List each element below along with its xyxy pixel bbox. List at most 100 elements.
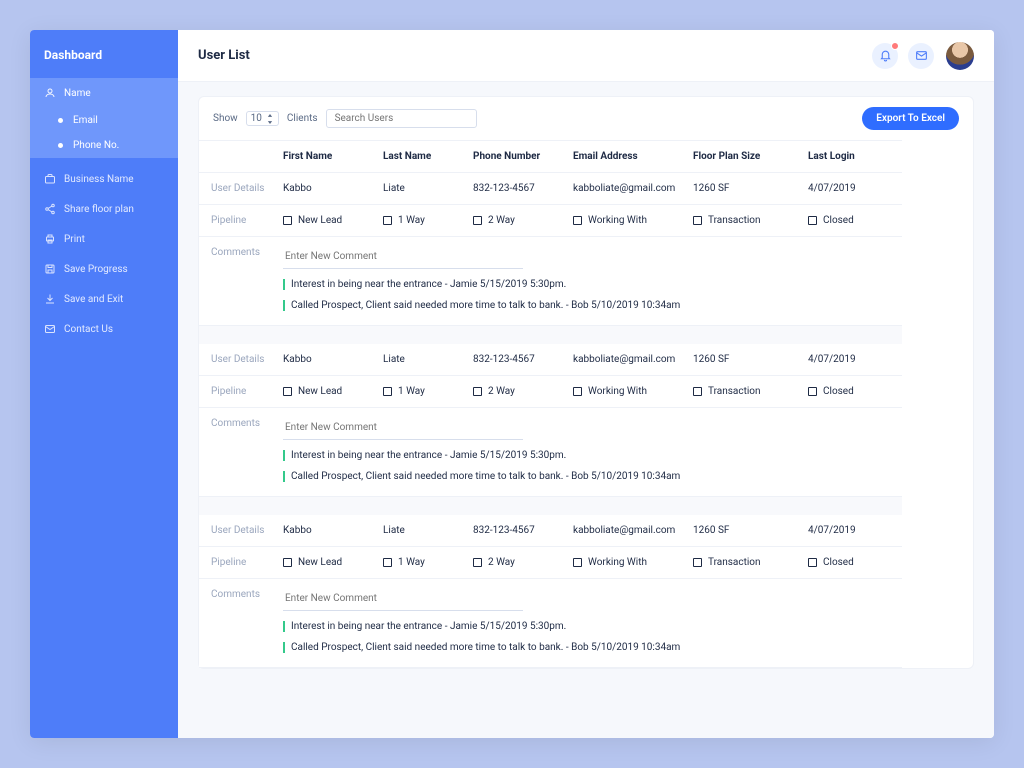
sidebar-item-contact[interactable]: Contact Us [30,314,178,344]
pipeline-option-label: 2 Way [488,557,515,568]
cell-plan: 1260 SF [687,344,802,376]
checkbox-icon [473,387,482,396]
comments-area: Interest in being near the entrance - Ja… [277,237,902,326]
comment-text: Interest in being near the entrance - Ja… [291,621,566,632]
pipeline-option-label: Transaction [708,386,761,397]
sidebar-item-save-progress[interactable]: Save Progress [30,254,178,284]
sidebar-sub-email[interactable]: Email [30,108,178,133]
comment-input[interactable] [283,247,523,269]
comment-input[interactable] [283,418,523,440]
sidebar-item-label: Business Name [64,174,134,185]
pipeline-option-label: Working With [588,557,647,568]
comment-text: Interest in being near the entrance - Ja… [291,279,566,290]
download-icon [44,293,56,305]
pipeline-option[interactable]: Closed [802,376,902,408]
sidebar-item-share[interactable]: Share floor plan [30,194,178,224]
sidebar-item-print[interactable]: Print [30,224,178,254]
pipeline-option[interactable]: Closed [802,205,902,237]
sidebar-item-label: Save and Exit [64,294,123,305]
col-label-blank [199,140,277,173]
pipeline-option-label: 1 Way [398,215,425,226]
pipeline-option[interactable]: 2 Way [467,205,567,237]
sidebar-sub-label: Phone No. [73,140,119,151]
mail-icon [915,49,928,62]
pipeline-option[interactable]: 2 Way [467,376,567,408]
sidebar: Dashboard Name Email Phone No. Business … [30,30,178,738]
cell-last-name: Liate [377,344,467,376]
comment-line: Interest in being near the entrance - Ja… [283,450,896,461]
checkbox-icon [383,558,392,567]
search-input[interactable] [326,109,477,128]
comment-line: Interest in being near the entrance - Ja… [283,279,896,290]
pipeline-option-label: Closed [823,557,854,568]
comment-line: Called Prospect, Client said needed more… [283,300,896,311]
print-icon [44,233,56,245]
pipeline-option-label: 1 Way [398,557,425,568]
checkbox-icon [283,387,292,396]
notification-button[interactable] [872,43,898,69]
bell-icon [879,49,892,62]
notification-badge [891,42,899,50]
pipeline-option[interactable]: Closed [802,547,902,579]
dot-icon [58,118,63,123]
main-scroll: Show 10 Clients Export To Excel First Na… [178,82,994,738]
pipeline-option-label: Transaction [708,215,761,226]
share-icon [44,203,56,215]
checkbox-icon [573,387,582,396]
page-size-value: 10 [251,113,262,124]
sidebar-sub-phone[interactable]: Phone No. [30,133,178,158]
sidebar-item-label: Print [64,234,85,245]
sidebar-item-save-exit[interactable]: Save and Exit [30,284,178,314]
mail-button[interactable] [908,43,934,69]
comment-input[interactable] [283,589,523,611]
cell-phone: 832-123-4567 [467,173,567,205]
pipeline-option[interactable]: 1 Way [377,205,467,237]
checkbox-icon [808,216,817,225]
page-size-stepper[interactable]: 10 [246,111,279,126]
pipeline-option[interactable]: 1 Way [377,547,467,579]
sidebar-sub-label: Email [73,115,98,126]
pipeline-option[interactable]: Transaction [687,205,802,237]
sidebar-group: Name Email Phone No. [30,78,178,164]
pipeline-option[interactable]: Working With [567,205,687,237]
pipeline-option[interactable]: 2 Way [467,547,567,579]
col-email: Email Address [567,140,687,173]
avatar[interactable] [946,42,974,70]
pipeline-option[interactable]: New Lead [277,376,377,408]
cell-first-name: Kabbo [277,515,377,547]
pipeline-option[interactable]: Working With [567,376,687,408]
comment-accent-bar [283,621,285,632]
sidebar-item-business[interactable]: Business Name [30,164,178,194]
comment-text: Called Prospect, Client said needed more… [291,642,680,653]
checkbox-icon [473,216,482,225]
col-first-name: First Name [277,140,377,173]
comment-text: Called Prospect, Client said needed more… [291,471,680,482]
pipeline-option[interactable]: Transaction [687,376,802,408]
col-plan: Floor Plan Size [687,140,802,173]
pipeline-option[interactable]: New Lead [277,205,377,237]
app-shell: Dashboard Name Email Phone No. Business … [30,30,994,738]
pipeline-option[interactable]: 1 Way [377,376,467,408]
checkbox-icon [573,558,582,567]
cell-email: kabboliate@gmail.com [567,344,687,376]
pipeline-option[interactable]: Transaction [687,547,802,579]
col-phone: Phone Number [467,140,567,173]
sidebar-item-name[interactable]: Name [30,78,178,108]
pipeline-option[interactable]: New Lead [277,547,377,579]
row-label-comments: Comments [199,579,277,668]
export-button[interactable]: Export To Excel [862,107,959,130]
sidebar-item-label: Save Progress [64,264,128,275]
pipeline-option[interactable]: Working With [567,547,687,579]
pipeline-option-label: 2 Way [488,215,515,226]
user-list-panel: Show 10 Clients Export To Excel First Na… [198,96,974,669]
checkbox-icon [283,558,292,567]
cell-phone: 832-123-4567 [467,515,567,547]
checkbox-icon [808,558,817,567]
briefcase-icon [44,173,56,185]
content-area: User List Show 10 Clients [178,30,994,738]
checkbox-icon [383,387,392,396]
comment-accent-bar [283,300,285,311]
comment-accent-bar [283,279,285,290]
list-toolbar: Show 10 Clients Export To Excel [199,97,973,140]
pipeline-option-label: 1 Way [398,386,425,397]
